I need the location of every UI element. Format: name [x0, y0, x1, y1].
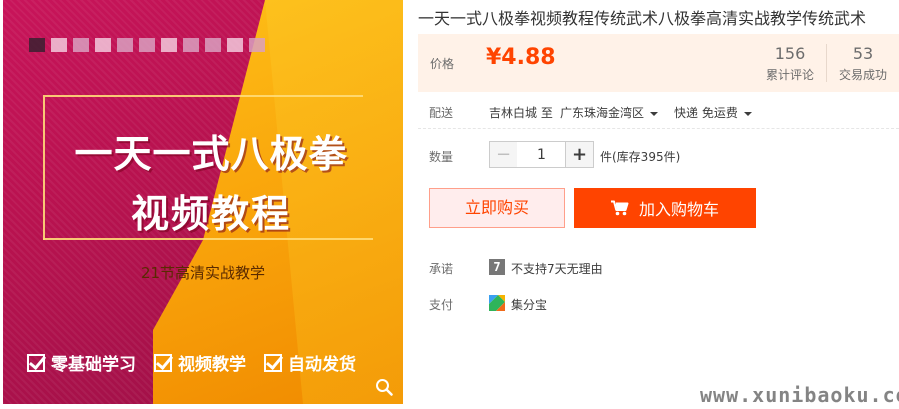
quantity-label: 数量	[429, 150, 454, 164]
shopping-cart-icon	[610, 200, 629, 216]
image-feature: 零基础学习	[27, 350, 136, 375]
seven-day-icon: 7	[489, 259, 505, 275]
image-feature: 视频教学	[154, 350, 246, 375]
review-count-label: 累计评论	[766, 68, 815, 82]
title-frame-underline	[43, 238, 373, 240]
buy-now-button[interactable]: 立即购买	[429, 188, 565, 228]
site-watermark: www.xunibaoku.com	[700, 383, 899, 407]
product-title: 一天一式八极拳视频教程传统武术八极拳高清实战教学传统武术	[418, 9, 867, 28]
image-feature-label: 自动发货	[288, 355, 356, 375]
review-count: 156	[774, 44, 806, 63]
shipping-method-select[interactable]: 快递 免运费	[674, 104, 752, 121]
review-count-stat[interactable]: 156 累计评论	[766, 44, 814, 83]
zoom-icon[interactable]	[375, 378, 393, 396]
caret-down-icon	[650, 111, 659, 116]
price-value: ¥4.88	[486, 45, 556, 70]
image-feature-label: 零基础学习	[51, 355, 136, 375]
price-label: 价格	[430, 57, 455, 71]
image-title-line2: 视频教程	[130, 191, 291, 236]
stat-divider	[826, 44, 827, 82]
checkbox-icon	[154, 353, 172, 372]
image-feature: 自动发货	[264, 350, 356, 375]
deal-count-label: 交易成功	[839, 68, 888, 82]
add-to-cart-button[interactable]: 加入购物车	[574, 188, 756, 228]
shipping-destination: 广东珠海金湾区	[560, 106, 645, 120]
image-feature-list: 零基础学习 视频教学 自动发货	[27, 350, 356, 375]
blurred-shop-banner	[29, 30, 265, 60]
quantity-input[interactable]	[517, 141, 566, 168]
deal-count-stat: 53 交易成功	[839, 44, 887, 83]
image-feature-label: 视频教学	[178, 355, 246, 375]
stock-text: 件(库存395件)	[600, 150, 681, 164]
payment-label: 支付	[429, 298, 454, 312]
section-divider	[418, 128, 899, 129]
image-subtitle: 21节高清实战教学	[140, 264, 266, 282]
deal-count: 53	[852, 44, 874, 63]
add-to-cart-label: 加入购物车	[638, 200, 719, 219]
checkbox-icon	[264, 353, 282, 372]
quantity-increase-button[interactable]: +	[565, 141, 594, 168]
shipping-label: 配送	[429, 106, 454, 120]
promise-label: 承诺	[429, 262, 454, 276]
product-image[interactable]: 一天一式八极拳 视频教程 21节高清实战教学 零基础学习 视频教学 自动发货	[3, 0, 403, 404]
jifenbao-icon	[489, 295, 505, 311]
promise-text[interactable]: 不支持7天无理由	[511, 260, 603, 277]
checkbox-icon	[27, 353, 45, 372]
shipping-origin: 吉林白城 至	[489, 106, 553, 120]
shipping-method: 快递 免运费	[674, 106, 738, 120]
payment-text[interactable]: 集分宝	[511, 296, 547, 313]
shipping-destination-select[interactable]: 广东珠海金湾区	[560, 104, 659, 121]
quantity-decrease-button[interactable]: −	[489, 141, 518, 168]
image-title-line1: 一天一式八极拳	[74, 131, 348, 176]
price-box: 价格 ¥4.88 156 累计评论 53 交易成功	[418, 34, 899, 92]
caret-down-icon	[743, 111, 752, 116]
